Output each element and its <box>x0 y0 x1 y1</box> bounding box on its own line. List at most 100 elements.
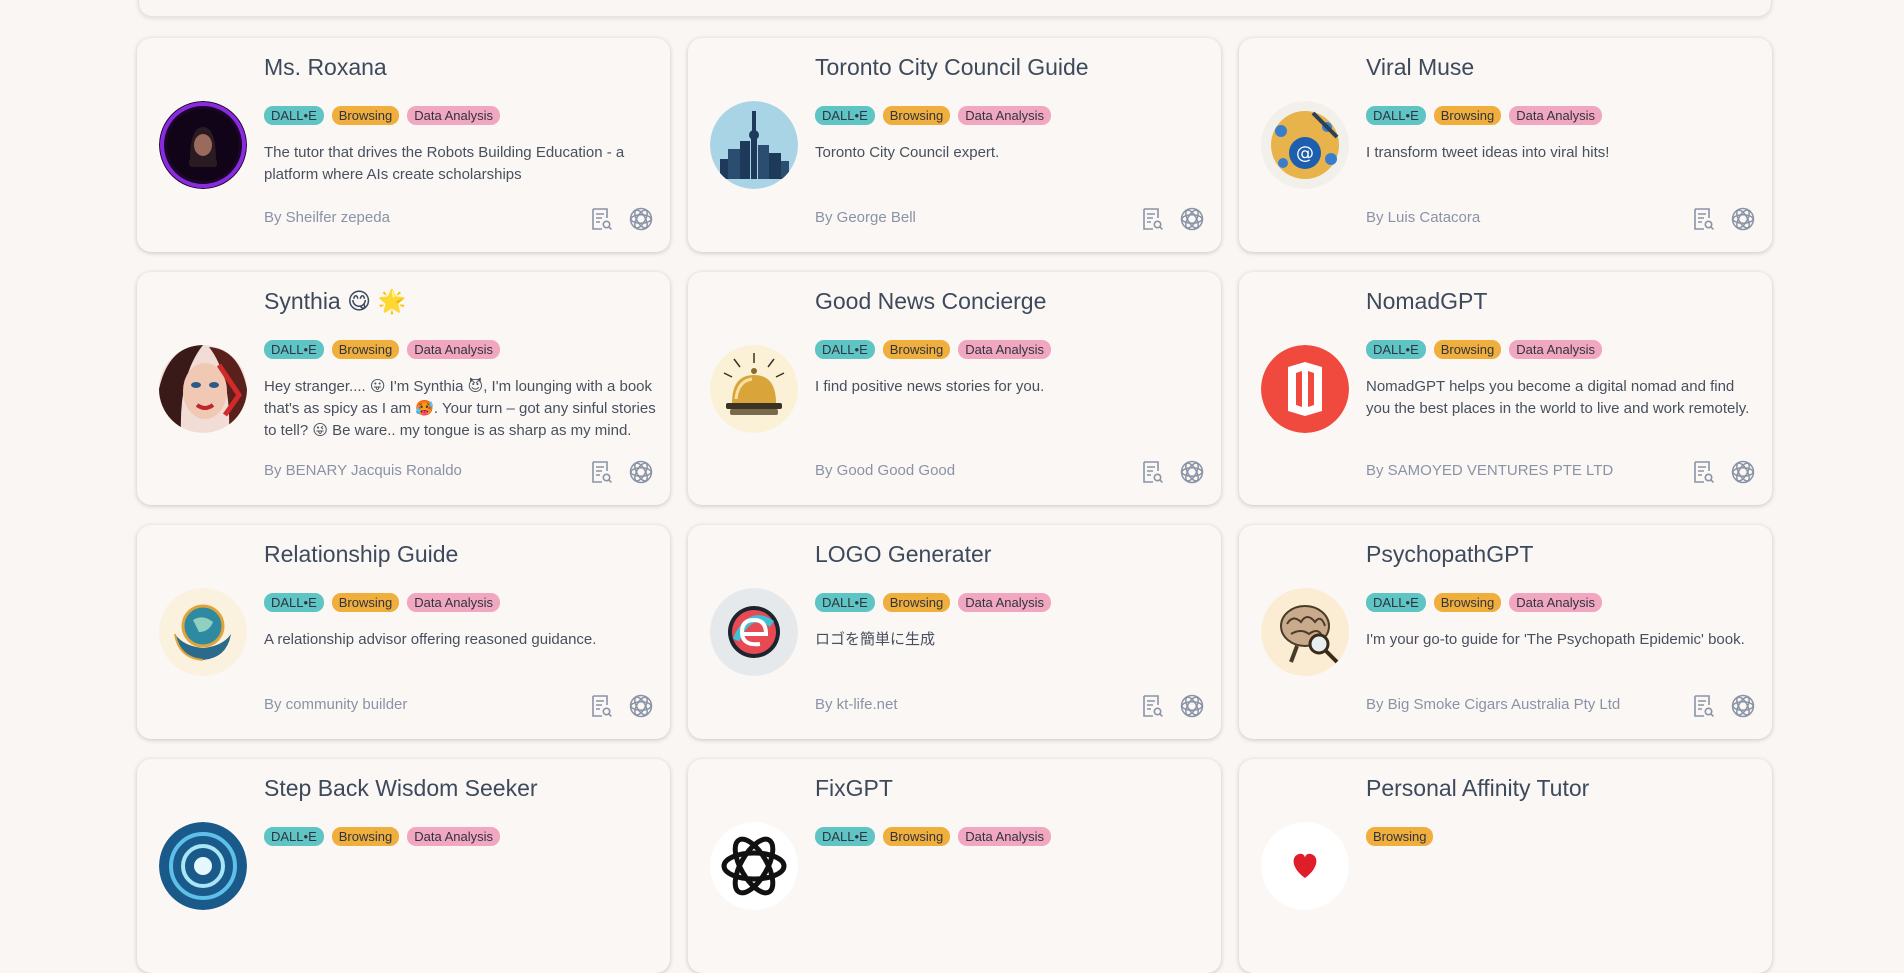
card-actions <box>588 459 654 485</box>
search-panel-bottom-edge <box>138 0 1772 17</box>
gpt-title: NomadGPT <box>1366 288 1488 314</box>
gpt-title: Step Back Wisdom Seeker <box>264 775 538 801</box>
card-actions <box>1139 206 1205 232</box>
capability-tags: DALL•E Browsing Data Analysis <box>1366 106 1602 125</box>
openai-knot-icon <box>710 822 798 910</box>
gpt-title: Relationship Guide <box>264 541 459 567</box>
document-search-icon[interactable] <box>1690 693 1716 719</box>
tag-data-analysis: Data Analysis <box>407 106 500 125</box>
tag-dalle: DALL•E <box>264 340 324 359</box>
gpt-card[interactable]: LOGO Generater DALL•E Browsing Data Anal… <box>688 525 1221 739</box>
gpt-author: By community builder <box>264 696 408 713</box>
gpt-card[interactable]: FixGPT DALL•E Browsing Data Analysis <box>688 759 1221 973</box>
tag-dalle: DALL•E <box>815 106 875 125</box>
gpt-title: PsychopathGPT <box>1366 541 1534 567</box>
card-actions <box>1690 206 1756 232</box>
tag-browsing: Browsing <box>882 827 951 846</box>
gpt-author: By SAMOYED VENTURES PTE LTD <box>1366 462 1614 479</box>
gpt-card[interactable]: Good News Concierge DALL•E Browsing Data… <box>688 272 1221 505</box>
gpt-description: ロゴを簡単に生成 <box>815 631 936 648</box>
tag-dalle: DALL•E <box>815 340 875 359</box>
tag-data-analysis: Data Analysis <box>407 827 500 846</box>
card-actions <box>1690 459 1756 485</box>
gpt-card[interactable]: @ Viral Muse DALL•E Browsing Data Analys… <box>1239 38 1772 252</box>
capability-tags: DALL•E Browsing Data Analysis <box>264 827 500 846</box>
gpt-title: Toronto City Council Guide <box>815 54 1089 80</box>
tag-data-analysis: Data Analysis <box>1509 593 1602 612</box>
document-search-icon[interactable] <box>1139 206 1165 232</box>
capability-tags: Browsing <box>1366 827 1434 846</box>
gpt-card[interactable]: Relationship Guide DALL•E Browsing Data … <box>137 525 670 739</box>
tag-data-analysis: Data Analysis <box>407 340 500 359</box>
capability-tags: DALL•E Browsing Data Analysis <box>264 340 500 359</box>
gpt-description: A relationship advisor offering reasoned… <box>264 631 597 648</box>
gpt-card[interactable]: Synthia 😋 🌟 DALL•E Browsing Data Analysi… <box>137 272 670 505</box>
tag-data-analysis: Data Analysis <box>958 593 1051 612</box>
tag-dalle: DALL•E <box>815 593 875 612</box>
openai-chat-icon[interactable] <box>1730 459 1756 485</box>
document-search-icon[interactable] <box>1690 206 1716 232</box>
gpt-card[interactable]: NomadGPT DALL•E Browsing Data Analysis N… <box>1239 272 1772 505</box>
tag-data-analysis: Data Analysis <box>958 827 1051 846</box>
gpt-card[interactable]: Personal Affinity Tutor Browsing <box>1239 759 1772 973</box>
tag-dalle: DALL•E <box>264 106 324 125</box>
document-search-icon[interactable] <box>1690 459 1716 485</box>
gpt-card[interactable]: Step Back Wisdom Seeker DALL•E Browsing … <box>137 759 670 973</box>
social-globe-icon: @ <box>1261 101 1349 189</box>
openai-chat-icon[interactable] <box>1179 206 1205 232</box>
tag-dalle: DALL•E <box>1366 340 1426 359</box>
woman-face-icon <box>159 344 247 433</box>
tag-browsing: Browsing <box>1433 593 1502 612</box>
card-actions <box>1139 693 1205 719</box>
document-search-icon[interactable] <box>1139 693 1165 719</box>
gpt-card[interactable]: Ms. Roxana DALL•E Browsing Data Analysis… <box>137 38 670 252</box>
tag-browsing: Browsing <box>1433 106 1502 125</box>
gpt-card[interactable]: Toronto City Council Guide DALL•E Browsi… <box>688 38 1221 252</box>
hands-globe-icon <box>159 588 247 676</box>
vortex-icon <box>159 822 247 910</box>
openai-chat-icon[interactable] <box>1179 459 1205 485</box>
gpt-title: Ms. Roxana <box>264 54 387 80</box>
openai-chat-icon[interactable] <box>628 206 654 232</box>
document-search-icon[interactable] <box>1139 459 1165 485</box>
capability-tags: DALL•E Browsing Data Analysis <box>1366 340 1602 359</box>
card-actions <box>588 693 654 719</box>
card-actions <box>1690 693 1756 719</box>
capability-tags: DALL•E Browsing Data Analysis <box>815 106 1051 125</box>
openai-chat-icon[interactable] <box>628 693 654 719</box>
gpt-author: By Big Smoke Cigars Australia Pty Ltd <box>1366 696 1621 713</box>
gpt-card[interactable]: PsychopathGPT DALL•E Browsing Data Analy… <box>1239 525 1772 739</box>
gpt-author: By George Bell <box>815 209 916 226</box>
openai-chat-icon[interactable] <box>1730 693 1756 719</box>
document-search-icon[interactable] <box>588 693 614 719</box>
tag-browsing: Browsing <box>331 106 400 125</box>
capability-tags: DALL•E Browsing Data Analysis <box>264 106 500 125</box>
gpt-title: Personal Affinity Tutor <box>1366 775 1590 801</box>
gpt-description: NomadGPT helps you become a digital noma… <box>1366 378 1750 417</box>
gpt-title: Viral Muse <box>1366 54 1475 80</box>
gpt-description: Toronto City Council expert. <box>815 144 1000 161</box>
gpt-description: I find positive news stories for you. <box>815 378 1045 395</box>
gpt-description: I transform tweet ideas into viral hits! <box>1366 144 1610 161</box>
tag-browsing: Browsing <box>882 106 951 125</box>
capability-tags: DALL•E Browsing Data Analysis <box>815 593 1051 612</box>
openai-chat-icon[interactable] <box>1730 206 1756 232</box>
gpt-author: By Sheilfer zepeda <box>264 209 390 226</box>
capability-tags: DALL•E Browsing Data Analysis <box>815 340 1051 359</box>
gpt-description: Hey stranger.... 😛 I'm Synthia 😈, I'm lo… <box>264 378 656 439</box>
tag-data-analysis: Data Analysis <box>1509 340 1602 359</box>
document-search-icon[interactable] <box>588 459 614 485</box>
openai-chat-icon[interactable] <box>628 459 654 485</box>
tag-dalle: DALL•E <box>815 827 875 846</box>
tag-dalle: DALL•E <box>1366 106 1426 125</box>
openai-chat-icon[interactable] <box>1179 693 1205 719</box>
tag-dalle: DALL•E <box>264 593 324 612</box>
tag-browsing: Browsing <box>882 340 951 359</box>
document-search-icon[interactable] <box>588 206 614 232</box>
tag-browsing: Browsing <box>331 340 400 359</box>
tag-dalle: DALL•E <box>264 827 324 846</box>
capability-tags: DALL•E Browsing Data Analysis <box>1366 593 1602 612</box>
gpt-author: By Good Good Good <box>815 462 956 479</box>
gpt-card-grid: Ms. Roxana DALL•E Browsing Data Analysis… <box>137 38 1773 973</box>
concierge-bell-icon <box>710 344 798 433</box>
